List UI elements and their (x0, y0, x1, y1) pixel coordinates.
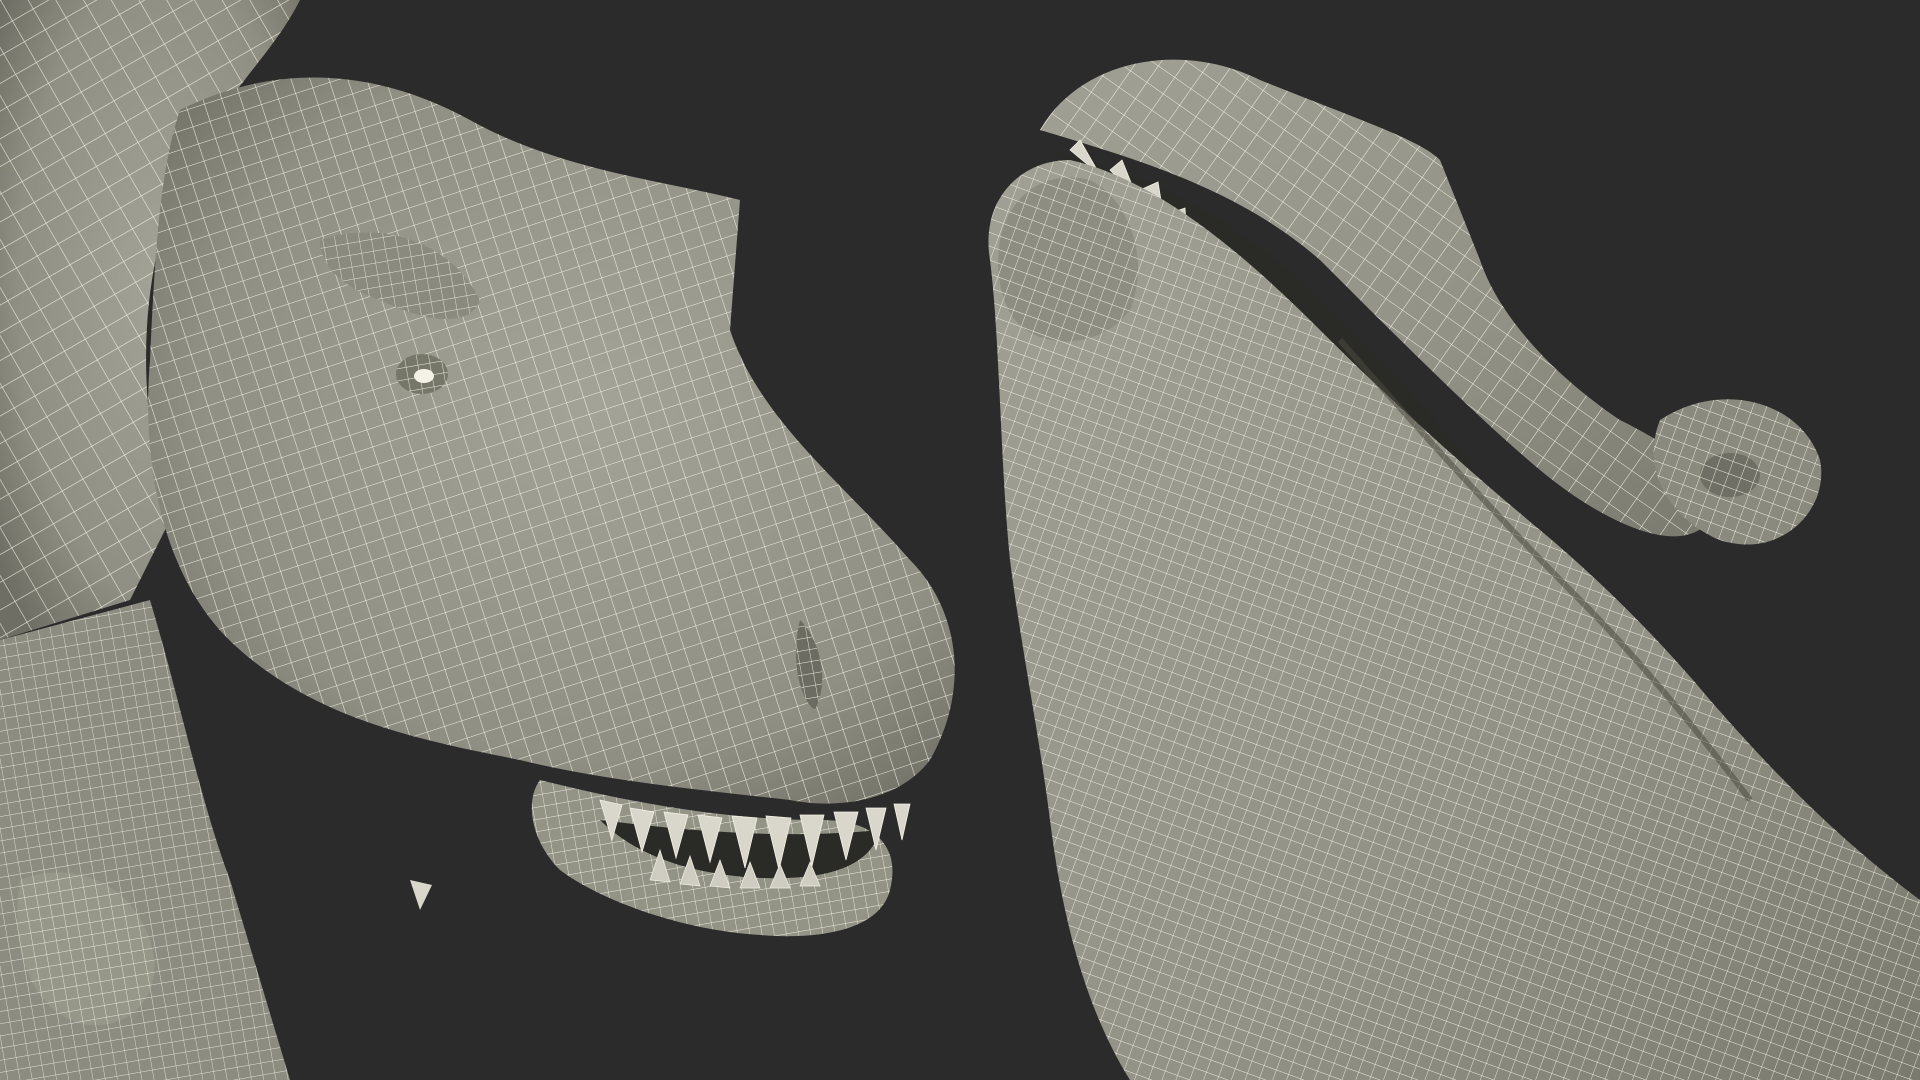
trex-claw (410, 880, 432, 910)
trex-eye-highlight (414, 369, 434, 383)
trex-head-underside-view-icon (988, 59, 1920, 1080)
trex-head-side-view-icon (0, 0, 955, 1080)
trex-head-underside-view (960, 0, 1920, 1080)
trex-head-side-view (0, 0, 960, 1080)
render-canvas (0, 0, 1920, 1080)
